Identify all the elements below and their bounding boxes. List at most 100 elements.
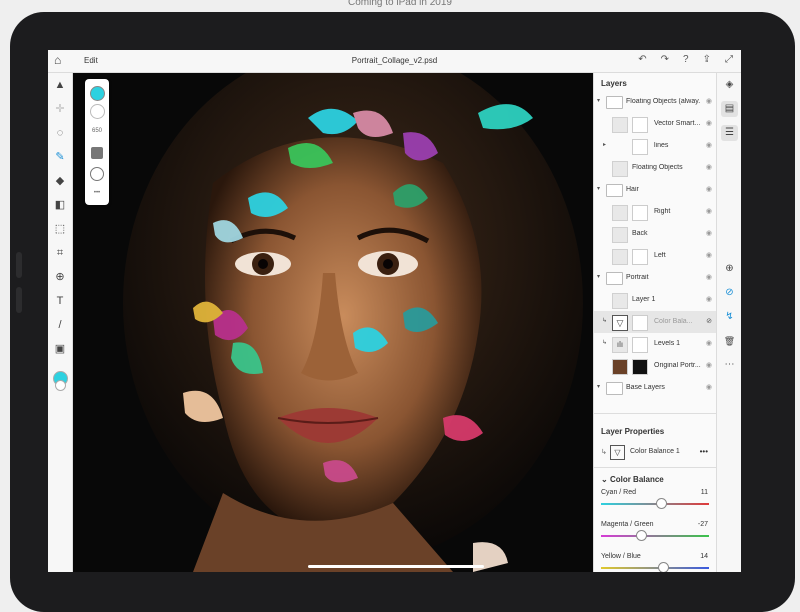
- lasso-tool-icon[interactable]: ◌: [48, 125, 72, 141]
- visibility-eye-icon[interactable]: ◉: [706, 185, 712, 193]
- move-tool-icon[interactable]: ✛: [48, 101, 72, 117]
- visibility-eye-icon[interactable]: ◉: [706, 339, 712, 347]
- collapse-chevron-icon[interactable]: ▾: [597, 273, 600, 280]
- fill-tool-icon[interactable]: ⊕: [48, 269, 72, 285]
- visibility-hidden-icon[interactable]: ⊘: [706, 317, 712, 325]
- layer-mask-thumbnail: [632, 117, 648, 133]
- select-tool-icon[interactable]: ▲: [48, 77, 72, 93]
- layer-row[interactable]: Vector Smart... ◉: [594, 113, 716, 135]
- layer-name: Original Portr...: [654, 362, 701, 369]
- collapse-chevron-icon[interactable]: ▾: [597, 383, 600, 390]
- visibility-eye-icon[interactable]: ◉: [706, 295, 712, 303]
- visibility-eye-icon[interactable]: ◉: [706, 273, 712, 281]
- hide-layer-icon[interactable]: ⊘: [721, 285, 738, 301]
- layer-row[interactable]: ▾ Base Layers ◉: [594, 377, 716, 399]
- visibility-eye-icon[interactable]: ◉: [706, 207, 712, 215]
- layer-thumbnail: [612, 117, 628, 133]
- visibility-eye-icon[interactable]: ◉: [706, 361, 712, 369]
- healing-tool-icon[interactable]: ⬚: [48, 221, 72, 237]
- layer-name: lines: [654, 142, 669, 149]
- more-options-icon[interactable]: •••: [700, 447, 708, 456]
- visibility-eye-icon[interactable]: ◉: [706, 251, 712, 259]
- chevron-down-icon: ⌄: [601, 475, 608, 484]
- visibility-eye-icon[interactable]: ◉: [706, 119, 712, 127]
- visibility-eye-icon[interactable]: ◉: [706, 383, 712, 391]
- layer-row[interactable]: Right ◉: [594, 201, 716, 223]
- clip-layer-icon[interactable]: ↯: [721, 309, 738, 325]
- eraser-tool-icon[interactable]: ◆: [48, 173, 72, 189]
- brush-settings-icon[interactable]: [89, 165, 105, 181]
- slider-value[interactable]: 11: [701, 489, 708, 496]
- layer-name: Portrait: [626, 274, 649, 281]
- layer-row[interactable]: Layer 1 ◉: [594, 289, 716, 311]
- color-balance-title[interactable]: ⌄ Color Balance: [601, 475, 664, 484]
- gradient-tool-icon[interactable]: ◧: [48, 197, 72, 213]
- help-icon[interactable]: ?: [683, 54, 689, 65]
- layer-mask-thumbnail: [632, 337, 648, 353]
- group-folder-icon: [606, 272, 623, 285]
- collapse-chevron-icon[interactable]: ▾: [597, 97, 600, 104]
- undo-icon[interactable]: ↶: [638, 54, 646, 65]
- image-tool-icon[interactable]: ▣: [48, 341, 72, 357]
- brush-color-swatch[interactable]: [89, 85, 105, 101]
- expand-chevron-icon[interactable]: ▸: [603, 141, 606, 148]
- slider-track[interactable]: [601, 535, 709, 537]
- more-layer-options-icon[interactable]: ⋯: [721, 357, 738, 373]
- brush-tool-icon[interactable]: ✎: [48, 149, 72, 165]
- slider-value[interactable]: -27: [698, 521, 708, 528]
- brush-preview[interactable]: [89, 103, 105, 119]
- layer-row[interactable]: Floating Objects ◉: [594, 157, 716, 179]
- type-tool-icon[interactable]: T: [48, 293, 72, 309]
- brush-hardness-icon[interactable]: [89, 145, 105, 161]
- layer-row-selected[interactable]: ↳ ▽ Color Bala... ⊘: [594, 311, 716, 333]
- layers-panel: Layers ▾ Floating Objects (alway... ◉ Ve…: [593, 73, 716, 572]
- line-tool-icon[interactable]: /: [48, 317, 72, 333]
- layer-row[interactable]: ▾ Hair ◉: [594, 179, 716, 201]
- group-folder-icon: [606, 96, 623, 109]
- slider-knob[interactable]: [657, 562, 669, 572]
- layer-row[interactable]: Original Portr... ◉: [594, 355, 716, 377]
- add-layer-icon[interactable]: ⊕: [721, 261, 738, 277]
- slider-label: Cyan / Red: [601, 489, 637, 496]
- layer-row[interactable]: ▸ lines ◉: [594, 135, 716, 157]
- layer-stack-icon[interactable]: ▤: [721, 101, 738, 117]
- visibility-eye-icon[interactable]: ◉: [706, 97, 712, 105]
- tool-bar: ▲ ✛ ◌ ✎ ◆ ◧ ⬚ ⌗ ⊕ T / ▣: [48, 73, 73, 572]
- brush-size-value[interactable]: 650: [89, 123, 105, 139]
- top-bar: ⌂ Edit Portrait_Collage_v2.psd ↶ ↷ ? ⇪ ⤢: [48, 50, 741, 73]
- layer-row[interactable]: ↳ ılı Levels 1 ◉: [594, 333, 716, 355]
- layer-name: Color Balance 1: [630, 448, 680, 455]
- share-icon[interactable]: ⇪: [703, 54, 711, 65]
- top-icons: ↶ ↷ ? ⇪ ⤢: [638, 54, 733, 65]
- caption: Coming to iPad in 2019: [348, 0, 452, 8]
- slider-knob[interactable]: [656, 498, 668, 509]
- slider-knob[interactable]: [635, 530, 647, 541]
- slider-label: Yellow / Blue: [601, 553, 641, 560]
- layers-panel-icon[interactable]: ◈: [721, 77, 738, 93]
- adjustment-icon: ▽: [610, 445, 625, 460]
- document-title: Portrait_Collage_v2.psd: [351, 56, 438, 65]
- canvas[interactable]: 650 •••: [73, 73, 593, 572]
- layer-row[interactable]: Back ◉: [594, 223, 716, 245]
- clipping-icon: ↳: [602, 340, 608, 346]
- fullscreen-icon[interactable]: ⤢: [725, 54, 733, 65]
- visibility-eye-icon[interactable]: ◉: [706, 163, 712, 171]
- redo-icon[interactable]: ↷: [661, 54, 669, 65]
- collapse-chevron-icon[interactable]: ▾: [597, 185, 600, 192]
- slider-track[interactable]: [601, 503, 709, 505]
- layer-name: Color Bala...: [654, 318, 693, 325]
- layer-row[interactable]: ▾ Floating Objects (alway... ◉: [594, 91, 716, 113]
- crop-tool-icon[interactable]: ⌗: [48, 245, 72, 261]
- slider-track[interactable]: [601, 567, 709, 569]
- visibility-eye-icon[interactable]: ◉: [706, 229, 712, 237]
- layer-row[interactable]: ▾ Portrait ◉: [594, 267, 716, 289]
- background-color-swatch[interactable]: [55, 380, 66, 391]
- properties-icon[interactable]: ☰: [721, 125, 738, 141]
- layer-thumbnail: [612, 205, 628, 221]
- layer-row[interactable]: Left ◉: [594, 245, 716, 267]
- slider-value[interactable]: 14: [700, 553, 708, 560]
- delete-layer-icon[interactable]: 🗑: [721, 333, 738, 349]
- layer-name: Hair: [626, 186, 639, 193]
- visibility-eye-icon[interactable]: ◉: [706, 141, 712, 149]
- more-options-icon[interactable]: •••: [89, 185, 105, 201]
